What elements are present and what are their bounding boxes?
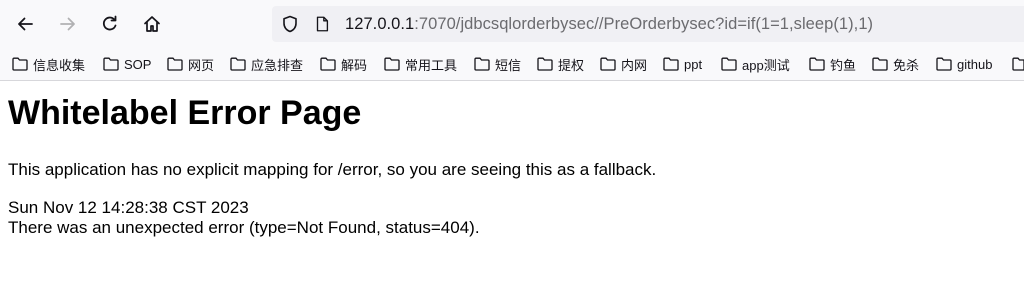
bookmark-folder[interactable]: SOP	[103, 48, 151, 80]
bookmark-folder[interactable]: 提权	[537, 48, 584, 80]
bookmark-folder[interactable]: 内网	[600, 48, 647, 80]
back-arrow-icon	[18, 17, 33, 31]
bookmark-label: 内网	[621, 57, 648, 73]
bookmark-label: 提权	[558, 57, 585, 73]
folder-icon	[872, 57, 888, 71]
reload-button[interactable]	[94, 8, 126, 40]
url-text[interactable]: 127.0.0.1:7070/jdbcsqlorderbysec//PreOrd…	[345, 6, 873, 42]
bookmark-folder[interactable]: 解码	[320, 48, 367, 80]
bookmarks-overflow-button[interactable]	[1012, 48, 1024, 80]
bookmark-label: app测试	[742, 57, 790, 73]
bookmark-folder[interactable]: 应急排查	[230, 48, 303, 80]
bookmark-folder[interactable]: github	[936, 48, 992, 80]
bookmark-folder[interactable]: app测试	[721, 48, 790, 80]
folder-icon	[1012, 57, 1024, 71]
forward-button[interactable]	[52, 8, 84, 40]
bookmark-folder[interactable]: 免杀	[872, 48, 919, 80]
folder-icon	[721, 57, 737, 71]
bookmark-folder[interactable]: 短信	[474, 48, 521, 80]
folder-icon	[600, 57, 616, 71]
reload-icon	[102, 15, 117, 31]
folder-icon	[103, 57, 119, 71]
folder-icon	[384, 57, 400, 71]
bookmark-label: 应急排查	[251, 57, 304, 73]
folder-icon	[12, 57, 28, 71]
url-path: :7070/jdbcsqlorderbysec//PreOrderbysec?i…	[414, 15, 874, 33]
url-bar[interactable]: 127.0.0.1:7070/jdbcsqlorderbysec//PreOrd…	[272, 6, 1024, 42]
bookmark-label: 信息收集	[33, 57, 86, 73]
folder-icon	[320, 57, 336, 71]
bookmarks-bar: 信息收集 SOP 网页 应急排查 解码 常用工具 短信 提权 内网 ppt ap…	[0, 48, 1024, 81]
bookmark-folder[interactable]: 钓鱼	[809, 48, 856, 80]
folder-icon	[936, 57, 952, 71]
folder-icon	[809, 57, 825, 71]
bookmark-label: github	[957, 56, 993, 72]
back-button[interactable]	[9, 8, 41, 40]
browser-toolbar: 127.0.0.1:7070/jdbcsqlorderbysec//PreOrd…	[0, 0, 1024, 48]
page-info-icon[interactable]	[312, 14, 332, 34]
folder-icon	[167, 57, 183, 71]
bookmark-label: 网页	[188, 57, 215, 73]
bookmark-folder[interactable]: 信息收集	[12, 48, 85, 80]
folder-icon	[537, 57, 553, 71]
error-timestamp: Sun Nov 12 14:28:38 CST 2023	[8, 198, 249, 217]
page-title: Whitelabel Error Page	[8, 94, 362, 132]
page-content: Whitelabel Error Page This application h…	[0, 93, 1024, 238]
bookmark-folder[interactable]: 常用工具	[384, 48, 457, 80]
bookmark-label: SOP	[124, 56, 152, 72]
bookmark-folder[interactable]: 网页	[167, 48, 214, 80]
home-icon	[144, 16, 160, 32]
forward-arrow-icon	[60, 17, 75, 31]
error-detail: There was an unexpected error (type=Not …	[8, 218, 480, 237]
bookmark-label: 常用工具	[405, 57, 458, 73]
bookmark-label: ppt	[684, 56, 703, 72]
shield-icon[interactable]	[280, 14, 300, 34]
bookmark-label: 短信	[495, 57, 522, 73]
home-button[interactable]	[136, 8, 168, 40]
bookmark-label: 免杀	[893, 57, 920, 73]
error-message: This application has no explicit mapping…	[8, 160, 657, 179]
url-host: 127.0.0.1	[345, 15, 415, 33]
folder-icon	[230, 57, 246, 71]
bookmark-folder[interactable]: ppt	[663, 48, 702, 80]
folder-icon	[474, 57, 490, 71]
bookmark-label: 解码	[341, 57, 368, 73]
bookmark-label: 钓鱼	[830, 57, 857, 73]
folder-icon	[663, 57, 679, 71]
